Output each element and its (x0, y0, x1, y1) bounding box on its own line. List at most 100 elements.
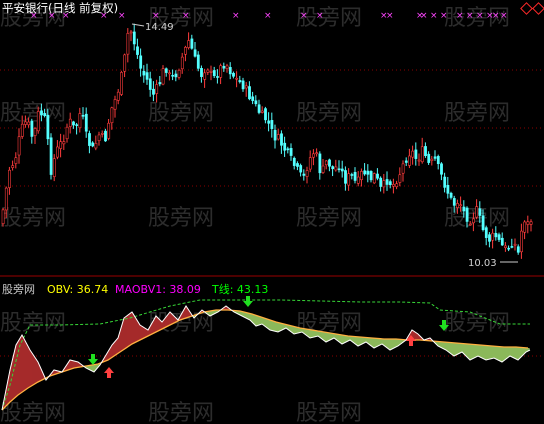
candle-body (94, 143, 98, 149)
candle-body (155, 84, 159, 94)
chart-window: 股旁网 股旁网 股旁网 股旁网 股旁网 股旁网 股旁网 股旁网 股旁网 股旁网 股旁网 股旁网 股旁网股… (0, 0, 544, 424)
watermark: 股旁网 (444, 101, 510, 126)
stock-chart[interactable]: 股旁网 股旁网 股旁网 股旁网股旁网 股旁网 股旁网 股旁网股旁网 股旁网 股旁网 股旁网股旁网股… (0, 0, 544, 424)
candle-body (286, 148, 290, 151)
candle-body (91, 142, 95, 147)
candle-body (475, 206, 479, 218)
candle-body (52, 158, 56, 177)
signal-marker: × (476, 11, 484, 21)
candle-body (318, 153, 322, 174)
candle-body (104, 130, 107, 142)
candle-body (507, 247, 511, 250)
candle-body (30, 120, 34, 137)
candle-body (257, 104, 261, 113)
watermark: 股旁网 (296, 101, 362, 126)
candle-body (497, 234, 501, 240)
candle-body (404, 160, 408, 163)
watermark: 股旁网 (148, 101, 214, 126)
candle-body (443, 176, 447, 188)
candle-body (315, 152, 319, 155)
signal-marker: × (316, 11, 324, 21)
candle-body (200, 68, 203, 77)
candle-body (148, 78, 152, 90)
candle-body (14, 157, 18, 164)
candle-body (289, 148, 293, 156)
indicator-name: 股旁网 (2, 283, 35, 296)
candle-body (84, 113, 88, 132)
candle-body (180, 56, 184, 70)
candle-body (235, 77, 239, 80)
candle-body (452, 198, 456, 206)
candle-body (225, 65, 229, 69)
signal-marker: × (152, 11, 160, 21)
candle-body (129, 31, 133, 34)
candle-body (504, 245, 507, 248)
candle-body (139, 55, 143, 69)
candle-body (43, 113, 47, 116)
signal-marker: × (300, 11, 308, 21)
candle-body (523, 221, 527, 233)
candle-body (488, 234, 491, 242)
candle-body (356, 176, 360, 184)
candle-body (465, 207, 469, 222)
candle-body (142, 70, 146, 76)
candle-body (347, 173, 351, 186)
watermark: 股旁网 (0, 401, 66, 424)
candle-body (254, 100, 258, 105)
candle-body (33, 128, 37, 136)
candle-body (440, 163, 443, 175)
candle-body (363, 170, 367, 175)
candle-body (4, 187, 8, 211)
buy-arrow-icon (104, 367, 114, 378)
signal-marker: × (440, 11, 448, 21)
signal-marker: × (456, 11, 464, 21)
candle-body (520, 230, 523, 253)
candle-body (110, 107, 114, 124)
candle-body (171, 74, 175, 77)
watermark: 股旁网 (296, 401, 362, 424)
candle-body (273, 129, 277, 141)
candle-body (219, 65, 223, 78)
candle-body (244, 85, 248, 89)
candle-body (174, 73, 178, 78)
candle-body (379, 177, 383, 187)
candle-body (382, 180, 386, 188)
candle-body (331, 166, 335, 170)
candle-body (401, 163, 405, 174)
candle-body (212, 70, 216, 77)
candle-body (123, 54, 127, 72)
low-price-label: 10.03 (468, 258, 497, 269)
candle-body (241, 80, 245, 90)
candle-body (145, 72, 149, 80)
candle-body (484, 227, 488, 238)
candle-body (270, 120, 274, 129)
candle-body (177, 69, 181, 78)
candle-body (334, 166, 338, 171)
candle-body (353, 172, 357, 181)
candle-body (427, 153, 431, 163)
candle-body (395, 183, 399, 188)
signal-marker: × (500, 11, 508, 21)
candle-body (158, 82, 162, 85)
candle-body (340, 168, 344, 172)
signal-marker: × (182, 11, 190, 21)
candle-body (337, 168, 341, 171)
candle-body (116, 91, 120, 101)
watermark: 股旁网 (148, 206, 214, 231)
candle-body (296, 163, 299, 167)
candle-body (491, 232, 495, 241)
candle-body (513, 243, 517, 246)
candle-body (494, 232, 498, 238)
candle-body (11, 165, 15, 168)
candle-body (168, 72, 171, 75)
candle-body (75, 124, 79, 126)
signal-marker: × (264, 11, 272, 21)
candle-body (206, 69, 210, 73)
candle-body (328, 159, 331, 167)
candle-body (187, 40, 191, 48)
candle-body (459, 204, 463, 207)
candle-body (161, 68, 165, 85)
signal-marker: × (232, 11, 240, 21)
candle-body (516, 246, 520, 253)
candle-body (369, 171, 373, 181)
